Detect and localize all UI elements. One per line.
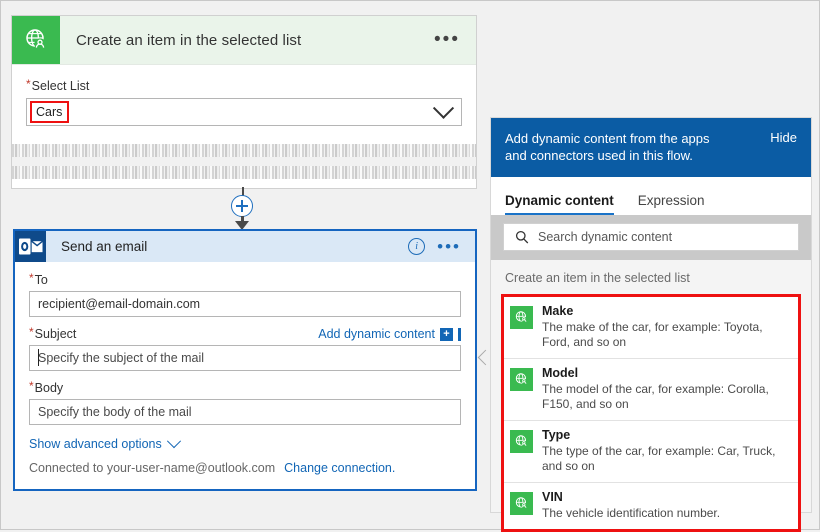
sharepoint-globe-person-icon — [510, 368, 533, 391]
select-list-label: *Select List — [26, 77, 462, 93]
to-label: *To — [29, 271, 48, 287]
select-list-label-text: Select List — [32, 79, 90, 93]
body-input[interactable]: Specify the body of the mail — [29, 399, 461, 425]
outlook-icon — [15, 231, 46, 262]
show-advanced-options-label: Show advanced options — [29, 437, 162, 451]
list-item-description: The type of the car, for example: Car, T… — [542, 444, 790, 474]
list-item-name: Make — [542, 304, 790, 319]
show-advanced-options-button[interactable]: Show advanced options — [29, 437, 461, 451]
subject-input[interactable]: Specify the subject of the mail — [29, 345, 461, 371]
sharepoint-globe-person-icon — [12, 16, 60, 64]
sharepoint-globe-person-icon — [510, 492, 533, 515]
list-item[interactable]: Model The model of the car, for example:… — [504, 359, 798, 421]
chevron-down-icon[interactable] — [433, 97, 454, 118]
info-icon[interactable]: i — [408, 238, 425, 255]
body-label-text: Body — [35, 381, 64, 395]
list-item-name: Type — [542, 428, 790, 443]
image-splice-band-bottom — [12, 166, 476, 179]
list-item-text: VIN The vehicle identification number. — [542, 490, 720, 521]
hide-panel-button[interactable]: Hide — [770, 130, 797, 145]
sharepoint-create-item-card[interactable]: Create an item in the selected list ••• … — [11, 15, 477, 189]
list-item-text: Type The type of the car, for example: C… — [542, 428, 790, 474]
outlook-card-header[interactable]: Send an email i ••• — [15, 231, 475, 262]
change-connection-link[interactable]: Change connection. — [284, 461, 395, 475]
required-asterisk: * — [26, 77, 31, 91]
image-splice-band-top — [12, 144, 476, 157]
search-icon — [515, 230, 529, 244]
to-label-row: *To — [29, 271, 461, 287]
to-label-text: To — [35, 273, 48, 287]
image-splice-gap — [12, 157, 476, 166]
list-item-text: Model The model of the car, for example:… — [542, 366, 790, 412]
to-input[interactable]: recipient@email-domain.com — [29, 291, 461, 317]
body-input-placeholder: Specify the body of the mail — [38, 405, 192, 419]
outlook-card-title: Send an email — [61, 239, 147, 254]
list-item-description: The make of the car, for example: Toyota… — [542, 320, 790, 350]
subject-label: *Subject — [29, 325, 76, 341]
list-item-name: Model — [542, 366, 790, 381]
outlook-card-menu-button[interactable]: ••• — [437, 243, 461, 251]
outlook-card-actions: i ••• — [408, 238, 461, 255]
body-label: *Body — [29, 379, 63, 395]
outlook-card-body: *To recipient@email-domain.com *Subject … — [15, 262, 475, 475]
list-item-description: The vehicle identification number. — [542, 506, 720, 521]
add-dynamic-content-bar — [458, 328, 461, 341]
list-item[interactable]: Type The type of the car, for example: C… — [504, 421, 798, 483]
sharepoint-globe-person-icon — [510, 306, 533, 329]
required-asterisk: * — [29, 325, 34, 339]
sharepoint-card-title: Create an item in the selected list — [76, 32, 301, 49]
required-asterisk: * — [29, 271, 34, 285]
subject-label-row: *Subject Add dynamic content + — [29, 325, 461, 341]
chevron-down-icon — [167, 434, 181, 448]
plus-circle-icon-vertical — [241, 200, 243, 212]
sharepoint-card-menu-button[interactable]: ••• — [434, 35, 460, 45]
dynamic-content-list: Make The make of the car, for example: T… — [501, 294, 801, 532]
list-item[interactable]: Make The make of the car, for example: T… — [504, 297, 798, 359]
add-dynamic-content-label: Add dynamic content — [318, 327, 435, 341]
list-item-description: The model of the car, for example: Corol… — [542, 382, 790, 412]
plus-square-icon[interactable]: + — [440, 328, 453, 341]
flow-designer-canvas: Create an item in the selected list ••• … — [1, 1, 819, 529]
body-label-row: *Body — [29, 379, 461, 395]
dynamic-content-panel-header: Add dynamic content from the apps and co… — [491, 118, 811, 177]
search-input-placeholder: Search dynamic content — [538, 230, 672, 244]
dynamic-content-panel-title: Add dynamic content from the apps and co… — [505, 130, 730, 164]
tab-expression[interactable]: Expression — [638, 193, 705, 215]
dynamic-content-panel: Add dynamic content from the apps and co… — [490, 117, 812, 513]
connection-status-row: Connected to your-user-name@outlook.com … — [29, 461, 461, 475]
search-input[interactable]: Search dynamic content — [503, 223, 799, 251]
dynamic-content-tabs: Dynamic content Expression — [491, 177, 811, 215]
dynamic-content-search-area: Search dynamic content — [491, 215, 811, 260]
required-asterisk: * — [29, 379, 34, 393]
list-item[interactable]: VIN The vehicle identification number. — [504, 483, 798, 529]
sharepoint-globe-person-icon — [510, 430, 533, 453]
to-input-value: recipient@email-domain.com — [38, 297, 200, 311]
dynamic-content-group-title: Create an item in the selected list — [491, 260, 811, 294]
outlook-send-email-card[interactable]: Send an email i ••• *To recipient@email-… — [13, 229, 477, 491]
add-dynamic-content-button[interactable]: Add dynamic content + — [318, 327, 461, 341]
sharepoint-card-header[interactable]: Create an item in the selected list ••• — [12, 16, 476, 65]
connection-status-text: Connected to your-user-name@outlook.com — [29, 461, 275, 475]
select-list-value[interactable]: Cars — [33, 104, 66, 120]
tab-dynamic-content[interactable]: Dynamic content — [505, 193, 614, 215]
list-item-name: VIN — [542, 490, 720, 505]
select-list-dropdown[interactable]: Cars — [26, 98, 462, 126]
subject-label-text: Subject — [35, 327, 77, 341]
flow-connector[interactable] — [225, 187, 261, 231]
sharepoint-card-body: *Select List Cars — [12, 65, 476, 126]
list-item-text: Make The make of the car, for example: T… — [542, 304, 790, 350]
text-caret — [38, 349, 39, 366]
subject-input-placeholder: Specify the subject of the mail — [38, 351, 204, 365]
